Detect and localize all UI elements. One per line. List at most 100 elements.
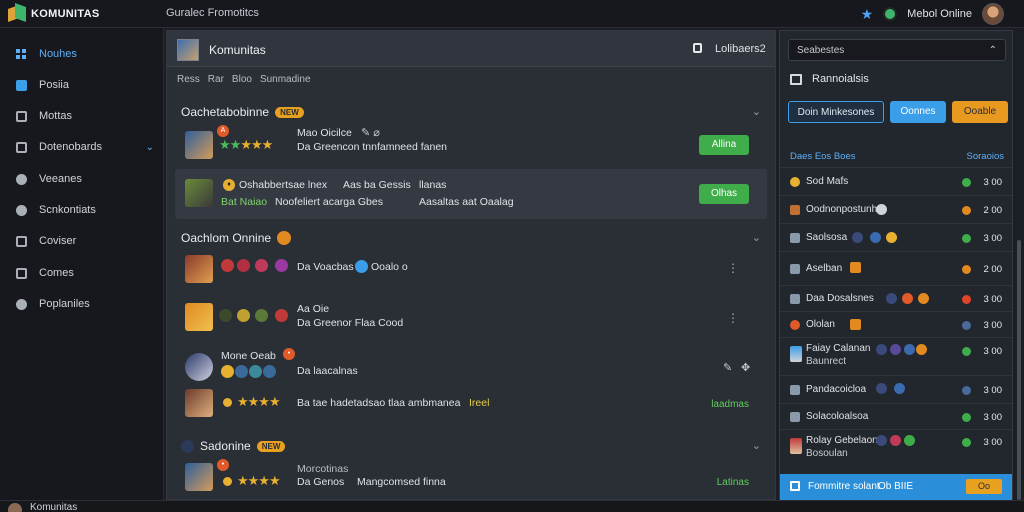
status-dot-icon xyxy=(962,206,971,215)
sidebar-item-label: Mottas xyxy=(39,110,73,122)
list-item[interactable]: Da Voacbas Ooalo o ⋮ xyxy=(175,247,767,293)
community-avatar[interactable] xyxy=(177,39,199,61)
join-button[interactable]: Doin Minkesones xyxy=(788,101,884,123)
table-row[interactable]: Aselban 2 00 xyxy=(780,251,1012,285)
sidebar-item-5[interactable]: Scnkontiats xyxy=(0,196,164,224)
scrollbar[interactable] xyxy=(1016,30,1022,500)
row-value: 3 00 xyxy=(983,437,1003,448)
reaction-icon xyxy=(876,383,887,394)
list-item[interactable]: Aa Oie Da Greenor Flaa Cood ⋮ xyxy=(175,295,767,341)
table-row[interactable]: Solacoloalsoa 3 00 xyxy=(780,403,1012,429)
item-icon xyxy=(790,233,800,243)
scrollbar-thumb[interactable] xyxy=(1017,240,1021,500)
sidebar-item-1[interactable]: Posiia xyxy=(0,71,164,99)
table-row[interactable]: Sod Mafs 3 00 xyxy=(780,167,1012,195)
pencil-icon[interactable]: ✎ ⌀ xyxy=(361,126,380,139)
checkbox-icon[interactable] xyxy=(790,481,800,491)
flag-icon xyxy=(850,262,861,273)
open-button[interactable]: Oonnes xyxy=(890,101,946,123)
row-name: Faiay Calanan xyxy=(806,343,871,354)
tab-1[interactable]: Rar xyxy=(208,74,224,85)
tab-0[interactable]: Ress xyxy=(177,74,200,85)
chevron-down-icon[interactable]: ⌄ xyxy=(752,439,761,452)
sidebar-item-4[interactable]: Veeanes xyxy=(0,165,164,193)
dropdown-arrow-icon[interactable]: ⌃ xyxy=(989,45,997,56)
row-value: 3 00 xyxy=(983,385,1003,396)
table-row[interactable]: Rolay Gebelaon Bosoulan 3 00 xyxy=(780,429,1012,467)
chevron-down-icon[interactable]: ⌄ xyxy=(146,142,154,153)
row-extra: Ireel xyxy=(469,397,490,409)
enable-button[interactable]: Ooable xyxy=(952,101,1008,123)
avatar[interactable] xyxy=(8,503,22,512)
reaction-icon xyxy=(904,435,915,446)
lock-icon xyxy=(693,43,702,53)
more-icon[interactable]: ⋮ xyxy=(727,261,739,275)
row-name: Ololan xyxy=(806,319,835,330)
pencil-icon[interactable]: ✎ xyxy=(723,361,732,374)
list-item[interactable]: ★★★★ Ba tae hadetadsao tlaa ambmanea Ire… xyxy=(175,381,767,427)
footer-value: Ob BIIE xyxy=(878,481,914,492)
trophy-icon: ♦ xyxy=(223,179,235,191)
sidebar-item-6[interactable]: Coviser xyxy=(0,227,164,255)
notification-badge-icon: • xyxy=(283,348,295,360)
move-icon[interactable]: ✥ xyxy=(741,361,750,374)
section-header[interactable]: Sadonine NEW xyxy=(181,439,286,453)
tab-2[interactable]: Bloo xyxy=(232,74,252,85)
avatar xyxy=(185,131,213,159)
table-row[interactable]: Faiay Calanan Baunrect 3 00 xyxy=(780,337,1012,375)
user-name[interactable]: Mebol Online xyxy=(907,8,972,20)
avatar[interactable] xyxy=(982,3,1004,25)
status-dot-icon xyxy=(962,413,971,422)
allow-button[interactable]: Allina xyxy=(699,135,749,155)
right-panel: Seabestes ⌃ Rannoialsis Doin Minkesones … xyxy=(779,30,1013,500)
breadcrumb[interactable]: Guralec Fromotitcs xyxy=(166,7,259,19)
status-dot-icon xyxy=(962,321,971,330)
section-header[interactable]: Oachetabobinne NEW xyxy=(181,105,304,119)
sidebar-item-0[interactable]: Nouhes xyxy=(0,40,164,68)
table-row[interactable]: Oodnonpostunh 2 00 xyxy=(780,195,1012,223)
search-input[interactable]: Seabestes ⌃ xyxy=(788,39,1006,61)
others-button[interactable]: Olhas xyxy=(699,184,749,204)
sidebar-item-label: Poplaniles xyxy=(39,298,90,310)
table-row[interactable]: Ololan 3 00 xyxy=(780,311,1012,337)
row-name: Oodnonpostunh xyxy=(806,204,878,215)
row-text: Da Voacbas xyxy=(297,261,354,273)
section-title: Oachetabobinne xyxy=(181,105,270,119)
people-icon xyxy=(16,110,27,122)
chevron-down-icon[interactable]: ⌄ xyxy=(752,231,761,244)
status-dot-icon xyxy=(962,386,971,395)
list-item[interactable]: A ★★★★★ Mao Oicilce ✎ ⌀ Da Greencon tnnf… xyxy=(175,123,767,169)
row-name: Mone Oeab xyxy=(221,350,276,362)
sidebar-item-2[interactable]: Mottas xyxy=(0,102,164,130)
sidebar-item-3[interactable]: Dotenobards ⌄ xyxy=(0,133,164,161)
panel-footer[interactable]: Fommitre solant Ob BIIE Oo xyxy=(780,474,1012,500)
section-header[interactable]: Oachlom Onnine xyxy=(181,231,292,245)
bottom-bar-label: Komunitas xyxy=(30,502,78,512)
rating-stars-icon: ★★★★ xyxy=(237,394,281,409)
chevron-down-icon[interactable]: ⌄ xyxy=(752,105,761,118)
sidebar-item-8[interactable]: Poplaniles xyxy=(0,290,164,318)
row-value: 3 00 xyxy=(983,294,1003,305)
table-row[interactable]: Pandacoicloa 3 00 xyxy=(780,375,1012,403)
column-header: Daes Eos Boes Soraoios xyxy=(790,151,1004,162)
info-icon xyxy=(876,204,887,215)
table-row[interactable]: Saolsosa 3 00 xyxy=(780,223,1012,251)
post-icon xyxy=(16,79,27,91)
top-bar: KOMUNITAS Guralec Fromotitcs ★ Mebol Onl… xyxy=(0,0,1024,28)
footer-button[interactable]: Oo xyxy=(966,479,1002,494)
header-action-link[interactable]: Lolibaers2 xyxy=(715,43,766,55)
sidebar-item-7[interactable]: Comes xyxy=(0,259,164,287)
logo-icon xyxy=(8,2,26,23)
star-icon[interactable]: ★ xyxy=(861,6,874,23)
app-logo[interactable]: KOMUNITAS xyxy=(8,2,100,23)
table-row[interactable]: Daa Dosalsnes 3 00 xyxy=(780,285,1012,311)
list-item[interactable]: ♦ Oshabbertsae lnex Aas ba Gessis llanas… xyxy=(175,169,767,219)
coin-icon xyxy=(221,396,234,409)
tab-3[interactable]: Sunmadine xyxy=(260,74,311,85)
flag-icon xyxy=(850,319,861,330)
more-icon[interactable]: ⋮ xyxy=(727,311,739,325)
avatar xyxy=(181,439,194,453)
reaction-icon xyxy=(275,309,288,322)
coin-icon xyxy=(221,475,234,488)
list-item[interactable]: • ★★★★ Morcotinas Da Genos Mangcomsed fi… xyxy=(175,455,767,501)
